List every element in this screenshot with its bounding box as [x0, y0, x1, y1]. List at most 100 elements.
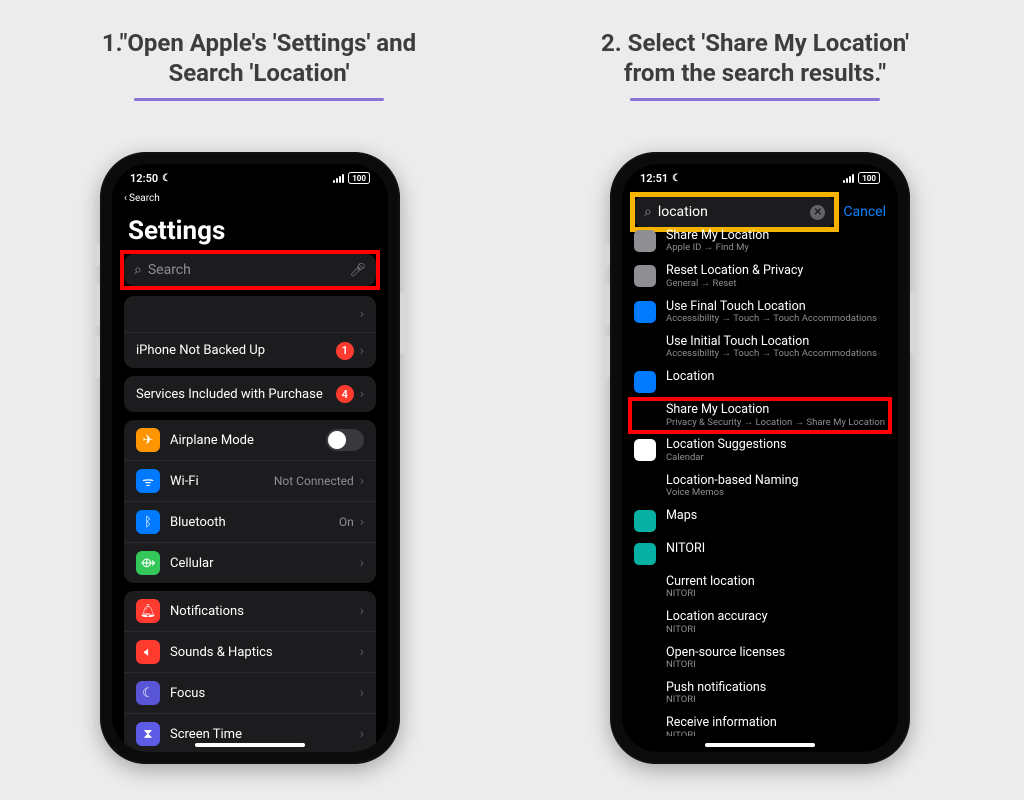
result-subtitle: Calendar [666, 453, 886, 464]
result-icon [634, 543, 656, 565]
result-row[interactable]: Location SuggestionsCalendar [622, 433, 898, 468]
result-row[interactable]: Location accuracyNITORI [622, 605, 898, 640]
mic-icon[interactable]: 🎤︎ [349, 263, 366, 278]
bt-status: On [339, 515, 354, 529]
result-title: Maps [666, 509, 886, 523]
focus-row[interactable]: ☾ Focus › [124, 672, 376, 713]
sounds-row[interactable]: 🔈︎ Sounds & Haptics › [124, 631, 376, 672]
step-2-caption: 2. Select 'Share My Location' from the s… [540, 28, 970, 101]
search-query: location [658, 204, 708, 220]
backup-alert-row[interactable]: iPhone Not Backed Up 1 › [124, 332, 376, 368]
result-subtitle: NITORI [666, 660, 886, 671]
result-row[interactable]: Reset Location & PrivacyGeneral → Reset [622, 259, 898, 294]
result-text: Open-source licensesNITORI [666, 646, 886, 671]
clock-text: 12:51 [640, 172, 668, 185]
result-row[interactable]: Push notificationsNITORI [622, 676, 898, 711]
notifications-card: 🔔︎ Notifications › 🔈︎ Sounds & Haptics ›… [124, 591, 376, 752]
result-subtitle: General → Reset [666, 279, 886, 290]
do-not-disturb-icon: ☾ [162, 173, 171, 184]
result-icon [634, 230, 656, 252]
volume-down [605, 336, 610, 378]
airplane-icon: ✈ [136, 428, 160, 452]
result-icon [634, 510, 656, 532]
battery-icon: 100 [858, 172, 880, 184]
step-1-caption: 1."Open Apple's 'Settings' and Search 'L… [44, 28, 474, 101]
services-badge: 4 [336, 385, 354, 403]
result-row[interactable]: Maps [622, 504, 898, 537]
signal-icon [843, 173, 854, 183]
result-text: Push notificationsNITORI [666, 681, 886, 706]
result-title: Share My Location [666, 229, 886, 243]
result-row[interactable]: Use Initial Touch LocationAccessibility … [622, 330, 898, 365]
screentime-icon: ⧗ [136, 722, 160, 746]
chevron-right-icon: › [360, 473, 364, 489]
result-text: Receive informationNITORI [666, 716, 886, 736]
clear-icon[interactable]: ✕ [810, 205, 825, 220]
result-row[interactable]: NITORI [622, 537, 898, 570]
status-bar: 12:51 ☾ 100 [622, 164, 898, 192]
result-row[interactable]: Location-based NamingVoice Memos [622, 469, 898, 504]
result-subtitle: Privacy & Security → Location → Share My… [666, 418, 886, 429]
wifi-row[interactable]: ᯤ Wi-Fi Not Connected › [124, 460, 376, 501]
result-text: Current locationNITORI [666, 575, 886, 600]
row-label: Services Included with Purchase [136, 387, 336, 402]
connectivity-card: ✈ Airplane Mode ᯤ Wi-Fi Not Connected › … [124, 420, 376, 583]
result-row[interactable]: Use Final Touch LocationAccessibility → … [622, 295, 898, 330]
page-title: Settings [112, 204, 388, 254]
result-row[interactable]: Location [622, 365, 898, 398]
step-2-line-1: 2. Select 'Share My Location' [540, 28, 970, 58]
airplane-toggle[interactable] [326, 429, 364, 451]
chevron-right-icon: › [360, 555, 364, 571]
result-row[interactable]: Share My LocationApple ID → Find My [622, 224, 898, 259]
chevron-right-icon: › [360, 343, 364, 359]
home-indicator[interactable] [195, 743, 305, 747]
result-subtitle: Apple ID → Find My [666, 243, 886, 254]
step-2-line-2: from the search results." [540, 58, 970, 88]
result-icon [634, 301, 656, 323]
result-subtitle: Accessibility → Touch → Touch Accommodat… [666, 349, 886, 360]
status-clock: 12:51 ☾ [640, 172, 681, 185]
wifi-icon: ᯤ [136, 469, 160, 493]
profile-row[interactable]: › [124, 296, 376, 332]
chevron-right-icon: › [360, 603, 364, 619]
services-row[interactable]: Services Included with Purchase 4 › [124, 376, 376, 412]
result-row[interactable]: Open-source licensesNITORI [622, 641, 898, 676]
notifications-row[interactable]: 🔔︎ Notifications › [124, 591, 376, 631]
search-placeholder: Search [148, 262, 191, 278]
power-button [400, 292, 405, 354]
focus-icon: ☾ [136, 681, 160, 705]
row-label: Wi-Fi [170, 474, 274, 489]
divider [630, 98, 880, 101]
search-field-wrap: ⌕ Search 🎤︎ [124, 254, 376, 286]
result-row[interactable]: Current locationNITORI [622, 570, 898, 605]
row-label: Focus [170, 686, 360, 701]
result-title: Location accuracy [666, 610, 886, 624]
home-indicator[interactable] [705, 743, 815, 747]
back-to-search[interactable]: ‹ Search [112, 192, 388, 204]
clock-text: 12:50 [130, 172, 158, 185]
bluetooth-icon: ᛒ [136, 510, 160, 534]
row-label: Cellular [170, 556, 360, 571]
result-text: Location accuracyNITORI [666, 610, 886, 635]
search-input[interactable]: ⌕ Search 🎤︎ [124, 254, 376, 286]
result-text: NITORI [666, 542, 886, 556]
row-label: Airplane Mode [170, 433, 326, 448]
row-label: Screen Time [170, 727, 360, 742]
cancel-button[interactable]: Cancel [843, 204, 886, 220]
cellular-row[interactable]: ⟴ Cellular › [124, 542, 376, 583]
bluetooth-row[interactable]: ᛒ Bluetooth On › [124, 501, 376, 542]
result-icon [634, 439, 656, 461]
chevron-right-icon: › [360, 644, 364, 660]
search-icon: ⌕ [644, 204, 652, 220]
phone-1-frame: 12:50 ☾ 100 ‹ Search Settings ⌕ Search 🎤… [100, 152, 400, 764]
result-text: Use Final Touch LocationAccessibility → … [666, 300, 886, 325]
divider [134, 98, 384, 101]
result-title: Location [666, 370, 886, 384]
result-row[interactable]: Receive informationNITORI [622, 711, 898, 736]
result-text: Share My LocationApple ID → Find My [666, 229, 886, 254]
result-text: Reset Location & PrivacyGeneral → Reset [666, 264, 886, 289]
airplane-row[interactable]: ✈ Airplane Mode [124, 420, 376, 460]
services-card: Services Included with Purchase 4 › [124, 376, 376, 412]
result-title: Location-based Naming [666, 474, 886, 488]
result-row[interactable]: Share My LocationPrivacy & Security → Lo… [622, 398, 898, 433]
